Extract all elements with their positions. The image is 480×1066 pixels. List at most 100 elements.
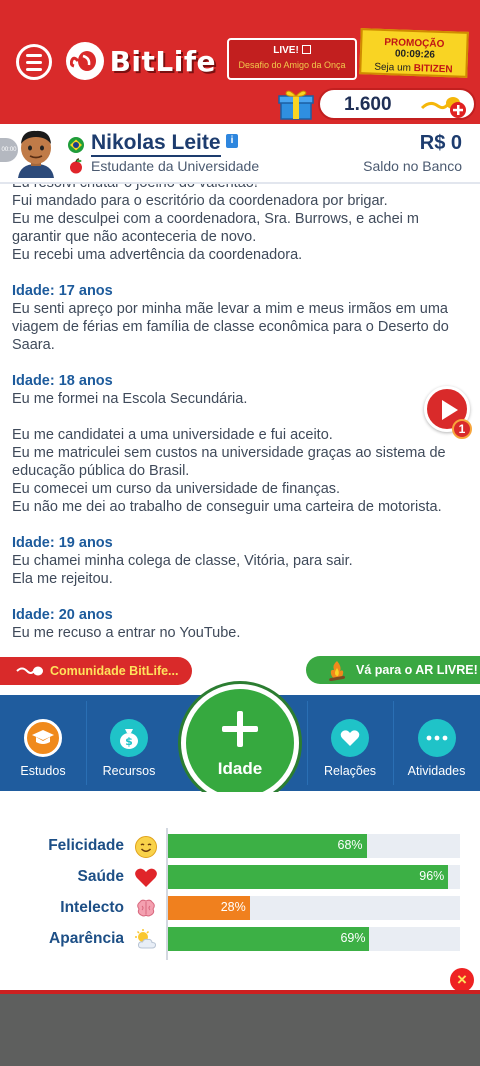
log-line: educação pública do Brasil.: [12, 463, 190, 479]
promo-bitizen-button[interactable]: PROMOÇÃO 00:09:26 Seja um BITIZEN: [359, 28, 469, 78]
sperm-logo-icon: [66, 42, 104, 80]
age-up-button[interactable]: Idade: [181, 684, 299, 802]
currency-amount: 1.600: [344, 94, 392, 115]
age-heading: Idade: 20 anos: [12, 607, 113, 623]
community-label: Comunidade BitLife...: [50, 664, 179, 678]
log-line: Eu não me dei ao trabalho de conseguir u…: [12, 499, 442, 515]
stat-label: Aparência: [49, 930, 124, 947]
heart-icon: [135, 868, 157, 887]
ad-area: [0, 994, 480, 1066]
stat-bar-fill: 68%: [168, 834, 367, 858]
promo-sub-brand: BITIZEN: [413, 63, 453, 76]
play-icon: [442, 400, 458, 420]
event-log-content: Eu resolvi chutar o joelho do valentão! …: [12, 184, 472, 642]
nav-studies[interactable]: Estudos: [0, 695, 86, 791]
live-challenge-button[interactable]: LIVE! Desafio do Amigo da Onça: [227, 38, 357, 80]
stat-bar-track: 28%: [168, 896, 460, 920]
log-line: Eu recebi uma advertência da coordenador…: [12, 247, 303, 263]
occupation: Estudante da Universidade: [91, 158, 260, 174]
currency-pill[interactable]: 1.600: [318, 88, 476, 120]
app-name: BitLife: [109, 44, 216, 78]
campfire-icon: [329, 661, 345, 681]
stat-label: Saúde: [77, 868, 124, 885]
stat-row-health: Saúde 96%: [0, 865, 480, 891]
gift-icon[interactable]: [278, 88, 314, 120]
log-line: Eu me recuso a entrar no YouTube.: [12, 625, 241, 641]
stat-percent: 68%: [337, 838, 363, 852]
log-line: Eu resolvi chutar o joelho do valentão!: [12, 184, 472, 192]
event-log[interactable]: Eu resolvi chutar o joelho do valentão! …: [0, 184, 480, 654]
age-heading: Idade: 19 anos: [12, 535, 113, 551]
app-root: BitLife LIVE! Desafio do Amigo da Onça P…: [0, 0, 480, 1066]
promo-timer: 00:09:26: [394, 48, 436, 61]
nav-activities[interactable]: Atividades: [393, 695, 480, 791]
live-title: LIVE!: [273, 45, 299, 56]
stat-row-happiness: Felicidade 68%: [0, 834, 480, 860]
profile-bar[interactable]: 00:00 Nikolas Leite i Estudante da Unive…: [0, 124, 480, 184]
nav-relations-label: Relações: [323, 764, 377, 778]
sperm-icon: [16, 666, 43, 676]
top-header: BitLife LIVE! Desafio do Amigo da Onça P…: [0, 0, 480, 124]
heart-icon: [331, 719, 369, 757]
nav-resources[interactable]: $ Recursos: [86, 695, 172, 791]
log-line: Fui mandado para o escritório da coorden…: [12, 193, 388, 209]
info-icon[interactable]: i: [226, 134, 238, 148]
stat-row-intellect: Intelecto 28%: [0, 896, 480, 922]
bank-balance-label: Saldo no Banco: [363, 158, 462, 174]
nav-relations[interactable]: Relações: [307, 695, 393, 791]
log-line: Saara.: [12, 337, 55, 353]
sperm-plus-icon[interactable]: [420, 92, 468, 120]
stat-percent: 96%: [419, 869, 445, 883]
log-line: viagem de férias em família de classe ec…: [12, 319, 449, 335]
log-line: Eu chamei minha colega de classe, Vitóri…: [12, 553, 353, 569]
menu-icon-line: [26, 53, 42, 57]
money-bag-icon: $: [110, 719, 148, 757]
stat-row-looks: Aparência 69%: [0, 927, 480, 953]
avatar[interactable]: [14, 128, 58, 178]
close-icon[interactable]: ×: [450, 968, 474, 992]
menu-icon-line: [26, 60, 42, 64]
bank-balance[interactable]: R$ 0: [420, 132, 462, 155]
age-heading: Idade: 18 anos: [12, 373, 113, 389]
age-heading: Idade: 17 anos: [12, 283, 113, 299]
menu-button[interactable]: [16, 44, 52, 80]
apple-icon: [68, 158, 84, 174]
graduation-cap-icon: [24, 719, 62, 757]
brain-icon: [137, 899, 155, 917]
nav-resources-label: Recursos: [102, 764, 156, 778]
promo-top: PROMOÇÃO 00:09:26: [362, 36, 467, 62]
bitlife-logo: BitLife: [66, 40, 216, 82]
stat-bar-track: 68%: [168, 834, 460, 858]
log-line: Ela me rejeitou.: [12, 571, 113, 587]
menu-icon-line: [26, 67, 42, 71]
nav-studies-label: Estudos: [20, 764, 66, 778]
nav-activities-label: Atividades: [407, 764, 466, 778]
stat-label: Felicidade: [48, 837, 124, 854]
outdoor-label: Vá para o AR LIVRE!: [356, 663, 478, 677]
live-square-icon: [301, 45, 311, 54]
dots-icon: [417, 719, 456, 757]
brazil-flag-icon: [68, 137, 84, 153]
promo-sub-prefix: Seja um: [374, 61, 414, 74]
log-line: Eu me matriculei sem custos na universid…: [12, 445, 446, 461]
stat-bar-fill: 96%: [168, 865, 449, 889]
log-line: Eu senti apreço por minha mãe levar a mi…: [12, 301, 448, 317]
svg-text:$: $: [125, 735, 133, 748]
promo-sub: Seja um BITIZEN: [361, 61, 465, 76]
age-up-label: Idade: [217, 759, 263, 778]
outdoor-button[interactable]: Vá para o AR LIVRE!: [306, 656, 480, 684]
log-line: Eu me candidatei a uma universidade e fu…: [12, 427, 333, 443]
community-button[interactable]: Comunidade BitLife...: [0, 657, 192, 685]
log-line: garantir que não aconteceria de novo.: [12, 229, 257, 245]
stats-panel: Felicidade 68% Saúde 96% Intelecto 28% A…: [0, 792, 480, 990]
stat-bar-fill: 69%: [168, 927, 370, 951]
stat-bar-track: 69%: [168, 927, 460, 951]
stat-label: Intelecto: [60, 899, 124, 916]
log-spacer: [12, 408, 472, 426]
character-name[interactable]: Nikolas Leite: [91, 131, 221, 157]
stat-bar-track: 96%: [168, 865, 460, 889]
stat-percent: 28%: [220, 900, 246, 914]
live-subtitle: Desafio do Amigo da Onça: [238, 60, 346, 70]
smile-icon: [135, 836, 157, 858]
sun-cloud-icon: [135, 929, 157, 949]
